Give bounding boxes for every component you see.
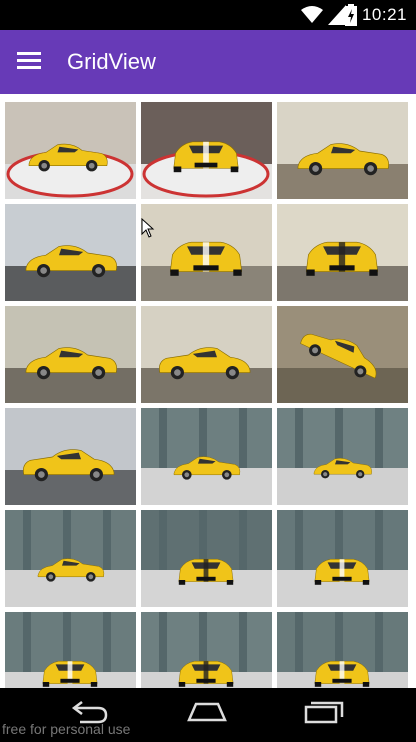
home-icon[interactable] <box>185 698 229 724</box>
mouse-cursor-icon <box>141 218 155 238</box>
hamburger-menu-icon[interactable] <box>17 52 41 72</box>
grid-image-tile[interactable] <box>277 408 408 505</box>
grid-image-tile[interactable] <box>5 612 136 688</box>
grid-image-tile[interactable] <box>141 408 272 505</box>
battery-charging-icon <box>345 4 357 26</box>
grid-image-tile[interactable] <box>5 102 136 199</box>
app-bar: GridView <box>0 30 416 94</box>
grid-image-tile[interactable] <box>5 306 136 403</box>
signal-icon <box>328 5 346 25</box>
grid-image-tile[interactable] <box>141 102 272 199</box>
grid-image-tile[interactable] <box>277 510 408 607</box>
status-time: 10:21 <box>361 5 407 24</box>
grid-image-tile[interactable] <box>277 102 408 199</box>
grid-image-tile[interactable] <box>277 204 408 301</box>
grid-image-tile[interactable] <box>5 510 136 607</box>
grid-image-tile[interactable] <box>141 612 272 688</box>
grid-image-tile[interactable] <box>141 306 272 403</box>
image-grid <box>5 102 408 688</box>
grid-image-tile[interactable] <box>277 306 408 403</box>
grid-image-tile[interactable] <box>141 510 272 607</box>
app-title: GridView <box>67 49 156 74</box>
recents-icon[interactable] <box>302 698 346 724</box>
grid-content <box>0 94 416 688</box>
grid-image-tile[interactable] <box>141 204 272 301</box>
wifi-icon <box>301 6 323 23</box>
grid-image-tile[interactable] <box>5 408 136 505</box>
grid-image-tile[interactable] <box>5 204 136 301</box>
grid-image-tile[interactable] <box>277 612 408 688</box>
status-bar: 10:21 <box>0 0 416 30</box>
watermark-text: free for personal use <box>2 721 131 737</box>
